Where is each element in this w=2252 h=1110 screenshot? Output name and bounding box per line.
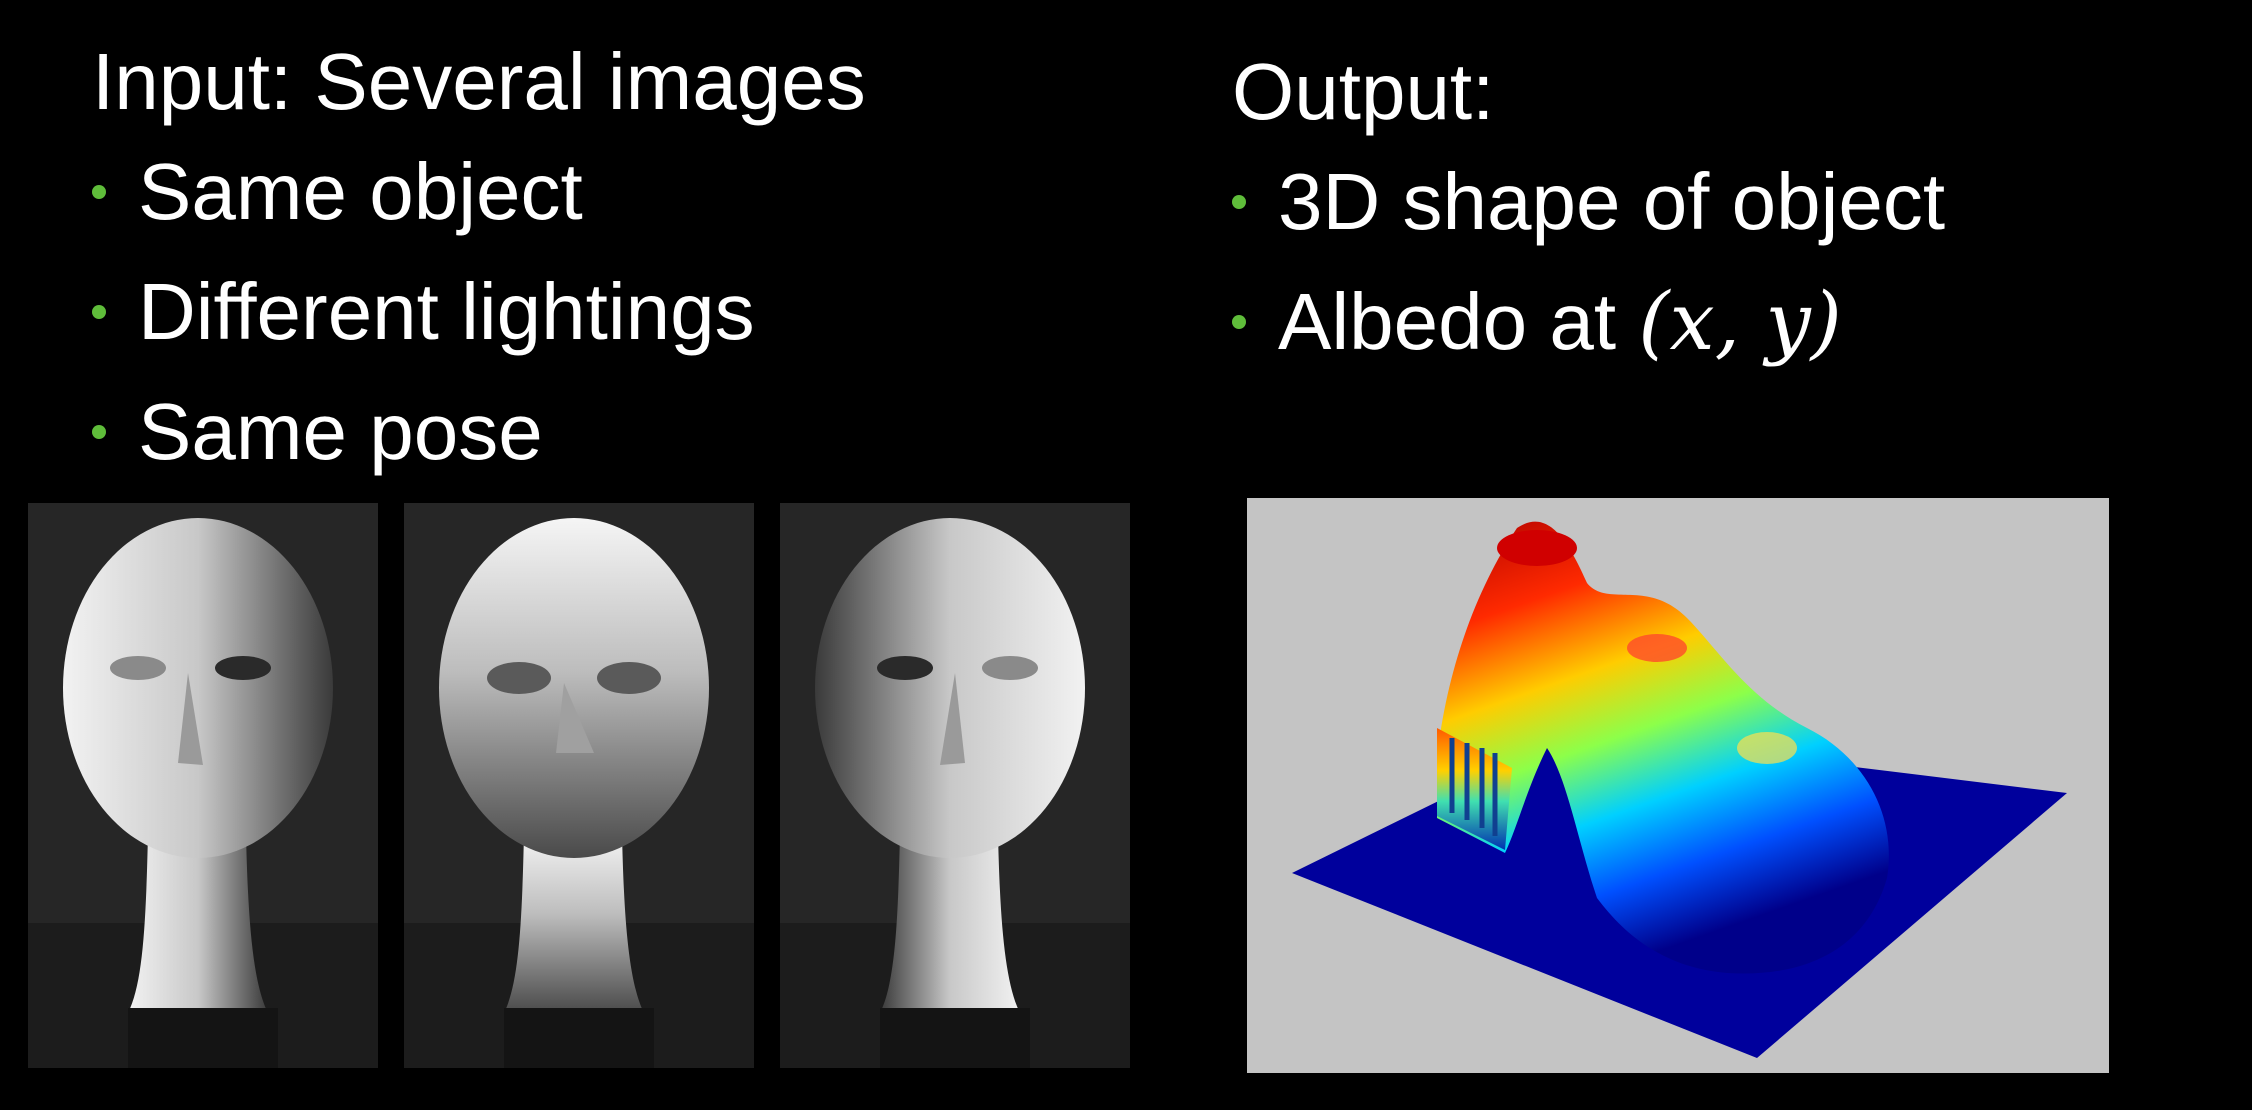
bullet-text: Albedo at xyxy=(1278,277,1639,366)
bullet-dot-icon xyxy=(92,185,106,199)
surface-reconstruction-plot xyxy=(1247,498,2109,1073)
input-heading: Input: Several images xyxy=(92,37,866,126)
output-bullet-3d-shape: 3D shape of object xyxy=(1232,142,1945,262)
mannequin-head-image xyxy=(28,503,378,1068)
input-bullet-list: Same object Different lightings Same pos… xyxy=(92,132,866,492)
bullet-text: Different lightings xyxy=(138,267,755,356)
input-bullet-same-object: Same object xyxy=(92,132,866,252)
bullet-dot-icon xyxy=(92,305,106,319)
mannequin-photo-top-light xyxy=(404,503,754,1068)
output-bullet-albedo: Albedo at (x, y) xyxy=(1232,262,1945,382)
output-heading: Output: xyxy=(1232,47,1495,136)
bullet-text: 3D shape of object xyxy=(1278,157,1946,246)
mannequin-head-image xyxy=(404,503,754,1068)
bullet-dot-icon xyxy=(92,425,106,439)
mannequin-head-image xyxy=(780,503,1130,1068)
bullet-math-xy: (x, y) xyxy=(1638,275,1842,368)
bullet-text: Same object xyxy=(138,147,583,236)
face-surface-image xyxy=(1247,498,2109,1073)
mannequin-photo-right-light xyxy=(780,503,1130,1068)
output-bullet-list: 3D shape of object Albedo at (x, y) xyxy=(1232,142,1945,382)
bullet-dot-icon xyxy=(1232,195,1246,209)
input-bullet-different-lightings: Different lightings xyxy=(92,252,866,372)
input-section: Input: Several images Same object Differ… xyxy=(92,32,866,492)
mannequin-photo-left-light xyxy=(28,503,378,1068)
output-section: Output: 3D shape of object Albedo at (x,… xyxy=(1232,42,1945,382)
bullet-dot-icon xyxy=(1232,315,1246,329)
input-bullet-same-pose: Same pose xyxy=(92,372,866,492)
bullet-text: Same pose xyxy=(138,387,543,476)
